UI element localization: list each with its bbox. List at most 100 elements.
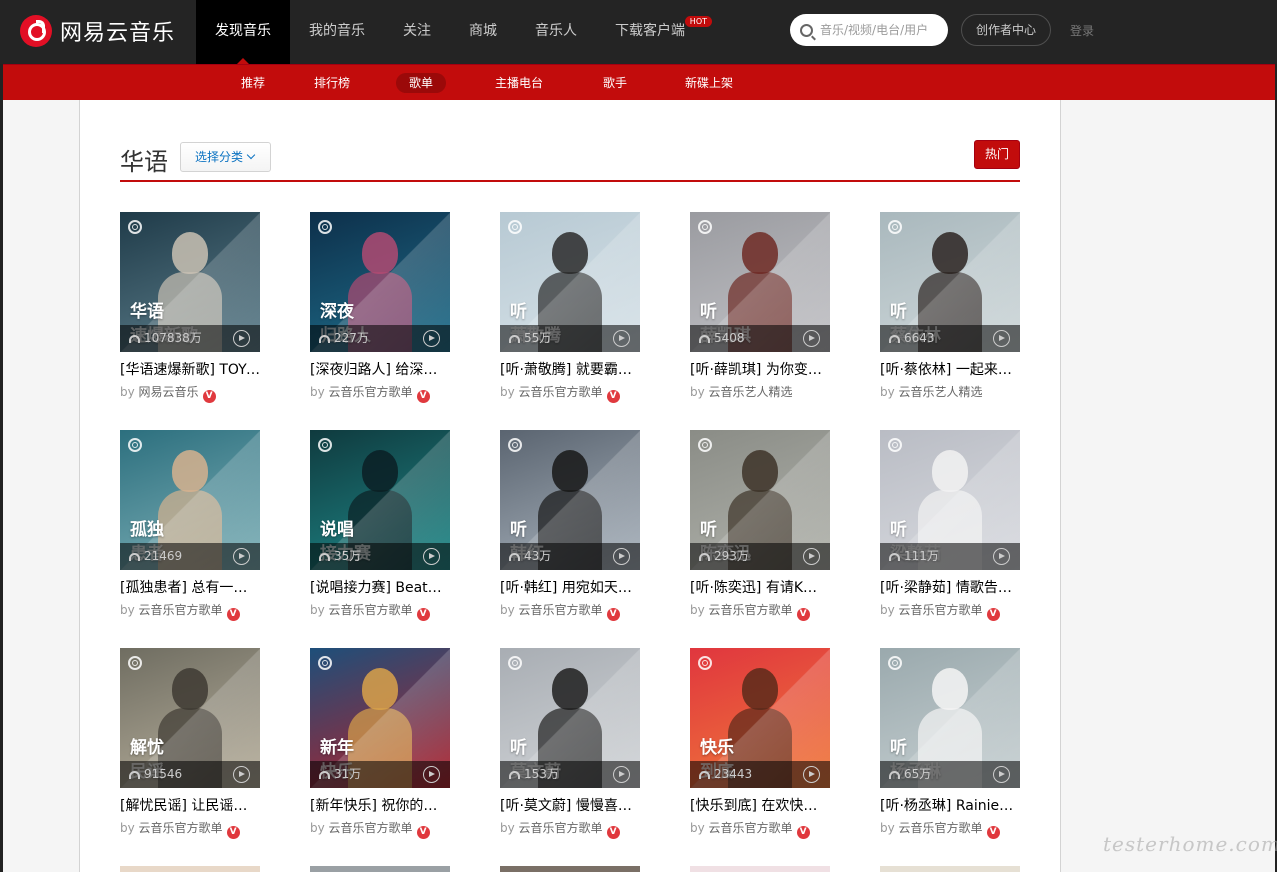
playlist-title[interactable]: [听·蔡依林] 一起来… [880, 361, 1020, 379]
search-icon [800, 23, 813, 37]
play-icon[interactable] [233, 548, 250, 565]
creator-name[interactable]: 云音乐官方歌单 [519, 603, 603, 617]
playlist-title[interactable]: [说唱接力赛] Beat唱… [310, 579, 450, 597]
headset-icon [129, 553, 140, 561]
verified-badge-icon: V [606, 608, 620, 621]
playlist-card: 听薛凯琪5408 [听·薛凯琪] 为你变… by 云音乐艺人精选 [690, 212, 830, 412]
playlist-creator-row: by 云音乐官方歌单 V [880, 602, 1030, 621]
nav-item-5[interactable]: 下载客户端 HOT [596, 0, 712, 64]
creator-name[interactable]: 云音乐官方歌单 [899, 821, 983, 835]
creator-name[interactable]: 云音乐艺人精选 [899, 385, 983, 399]
playlist-title[interactable]: [孤独患者] 总有一首… [120, 579, 260, 597]
search-box[interactable] [790, 14, 948, 46]
playlist-title[interactable]: [听·陈奕迅] 有请K歌… [690, 579, 830, 597]
subnav-item-0[interactable]: 推荐 [228, 73, 278, 93]
playlist-cover[interactable]: 说唱接力赛35万 [310, 430, 450, 570]
playlist-cover[interactable]: 深夜归路人227万 [310, 212, 450, 352]
playlist-cover[interactable]: 听萧敬腾55万 [500, 212, 640, 352]
play-icon[interactable] [233, 766, 250, 783]
subnav-item-2[interactable]: 歌单 [396, 73, 447, 93]
play-icon[interactable] [423, 548, 440, 565]
playlist-title[interactable]: [快乐到底] 在欢快的… [690, 797, 830, 815]
playlist-title[interactable]: [听·莫文蔚] 慢慢喜… [500, 797, 640, 815]
playlist-title[interactable]: [华语速爆新歌] TOYO… [120, 361, 260, 379]
creator-name[interactable]: 云音乐官方歌单 [329, 385, 413, 399]
play-icon[interactable] [993, 766, 1010, 783]
watermark: testerhome.com [1103, 832, 1277, 856]
playlist-cover[interactable]: 听韩红43万 [500, 430, 640, 570]
play-icon[interactable] [993, 548, 1010, 565]
nav-item-3[interactable]: 商城 [450, 0, 516, 64]
playlist-cover-peek[interactable] [310, 866, 450, 872]
playlist-cover[interactable]: 孤独患者21469 [120, 430, 260, 570]
play-icon[interactable] [423, 330, 440, 347]
creator-name[interactable]: 网易云音乐 [139, 385, 199, 399]
nav-item-4[interactable]: 音乐人 [516, 0, 596, 64]
playlist-cover-peek[interactable] [690, 866, 830, 872]
playlist-cover[interactable]: 听陈奕迅293万 [690, 430, 830, 570]
playlist-title[interactable]: [解忧民谣] 让民谣带… [120, 797, 260, 815]
play-icon[interactable] [613, 766, 630, 783]
creator-name[interactable]: 云音乐官方歌单 [899, 603, 983, 617]
playlist-cover[interactable]: 听蔡依林6643 [880, 212, 1020, 352]
creator-name[interactable]: 云音乐官方歌单 [519, 385, 603, 399]
creator-name[interactable]: 云音乐官方歌单 [709, 821, 793, 835]
playlist-title[interactable]: [听·杨丞琳] Rainie… [880, 797, 1020, 815]
playlist-cover-peek[interactable] [500, 866, 640, 872]
playlist-title[interactable]: [听·萧敬腾] 就要霸… [500, 361, 640, 379]
playlist-cover[interactable]: 快乐到底23443 [690, 648, 830, 788]
verified-badge-icon: V [226, 826, 240, 839]
nav-item-0[interactable]: 发现音乐 [196, 0, 290, 64]
creator-name[interactable]: 云音乐官方歌单 [329, 821, 413, 835]
playlist-title[interactable]: [听·梁静茹] 情歌告… [880, 579, 1020, 597]
play-icon[interactable] [993, 330, 1010, 347]
playlist-cover[interactable]: 华语速爆新歌107838万 [120, 212, 260, 352]
playlist-creator-row: by 云音乐官方歌单 V [310, 602, 460, 621]
playlist-cover-peek[interactable] [120, 866, 260, 872]
play-icon[interactable] [803, 330, 820, 347]
cover-caption-line1: 听 [890, 302, 907, 322]
play-icon[interactable] [803, 766, 820, 783]
by-prefix: by [690, 821, 705, 835]
playlist-cover[interactable]: 听梁静茹111万 [880, 430, 1020, 570]
nav-item-2[interactable]: 关注 [384, 0, 450, 64]
playlist-title[interactable]: [深夜归路人] 给深夜… [310, 361, 450, 379]
playlist-cover[interactable]: 听杨丞琳65万 [880, 648, 1020, 788]
play-count: 35万 [334, 549, 362, 563]
headset-icon [319, 553, 330, 561]
play-icon[interactable] [613, 330, 630, 347]
nav-item-1[interactable]: 我的音乐 [290, 0, 384, 64]
playlist-cover-peek[interactable] [880, 866, 1020, 872]
subnav-item-3[interactable]: 主播电台 [482, 73, 556, 93]
creator-name[interactable]: 云音乐官方歌单 [519, 821, 603, 835]
headset-icon [509, 553, 520, 561]
creator-name[interactable]: 云音乐官方歌单 [329, 603, 413, 617]
creator-name[interactable]: 云音乐艺人精选 [709, 385, 793, 399]
playlist-title[interactable]: [新年快乐] 祝你的兔… [310, 797, 450, 815]
creator-name[interactable]: 云音乐官方歌单 [139, 821, 223, 835]
play-count: 111万 [904, 549, 939, 563]
creator-name[interactable]: 云音乐官方歌单 [139, 603, 223, 617]
hot-sort-button[interactable]: 热门 [974, 140, 1020, 169]
subnav-item-5[interactable]: 新碟上架 [672, 73, 746, 93]
play-icon[interactable] [423, 766, 440, 783]
play-icon[interactable] [613, 548, 630, 565]
play-icon[interactable] [233, 330, 250, 347]
netease-mini-icon [128, 220, 142, 234]
subnav-item-4[interactable]: 歌手 [590, 73, 640, 93]
select-category-button[interactable]: 选择分类 [180, 142, 271, 172]
playlist-title[interactable]: [听·薛凯琪] 为你变… [690, 361, 830, 379]
creator-center-button[interactable]: 创作者中心 [961, 14, 1051, 46]
login-link[interactable]: 登录 [1070, 22, 1094, 39]
netease-mini-icon [698, 438, 712, 452]
playlist-cover[interactable]: 听莫文蔚153万 [500, 648, 640, 788]
creator-name[interactable]: 云音乐官方歌单 [709, 603, 793, 617]
playlist-cover[interactable]: 解忧民谣91546 [120, 648, 260, 788]
site-logo[interactable]: 网易云音乐 [20, 13, 175, 49]
search-input[interactable] [820, 23, 938, 37]
subnav-item-1[interactable]: 排行榜 [301, 73, 363, 93]
playlist-cover[interactable]: 新年快乐31万 [310, 648, 450, 788]
play-icon[interactable] [803, 548, 820, 565]
playlist-cover[interactable]: 听薛凯琪5408 [690, 212, 830, 352]
playlist-title[interactable]: [听·韩红] 用宛如天… [500, 579, 640, 597]
